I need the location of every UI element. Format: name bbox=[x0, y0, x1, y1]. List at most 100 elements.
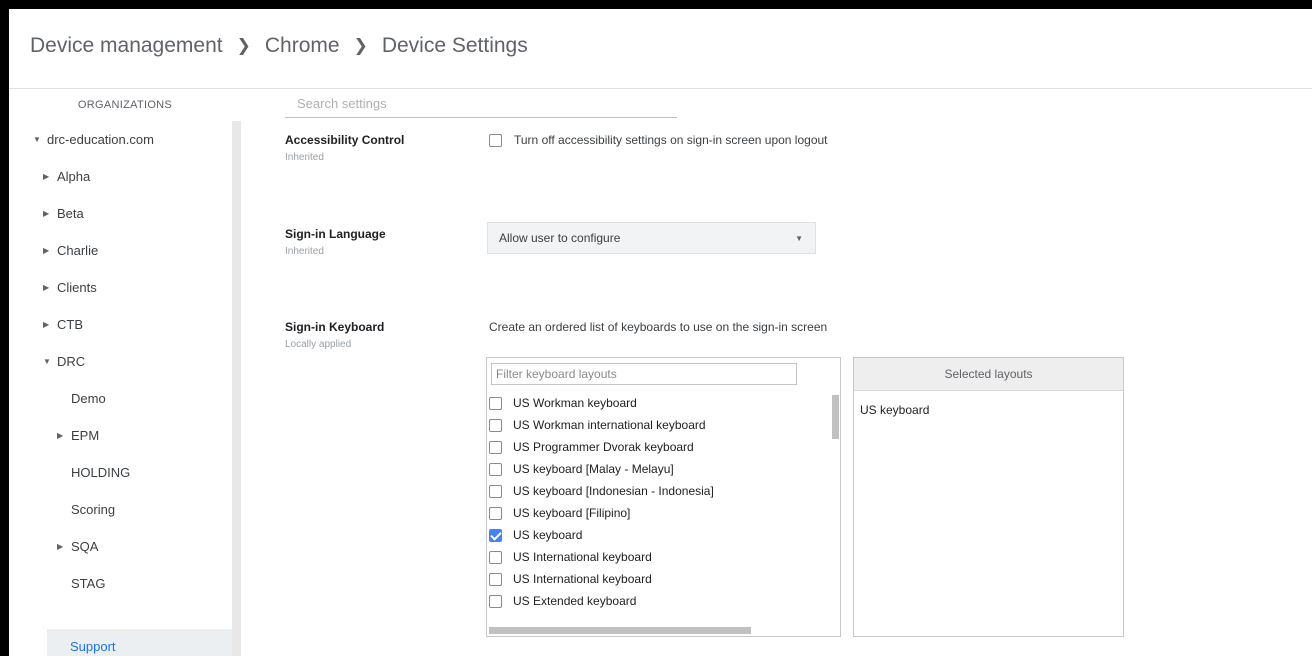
sidebar-item-label: Beta bbox=[57, 206, 84, 221]
layout-checkbox[interactable] bbox=[489, 484, 502, 498]
sidebar-item-label: CTB bbox=[57, 317, 83, 332]
filter-keyboard-input[interactable] bbox=[491, 363, 797, 385]
layout-label: US keyboard [Filipino] bbox=[513, 506, 631, 520]
expand-arrow-icon[interactable]: ▶ bbox=[43, 172, 51, 181]
sidebar-item-label: Support bbox=[70, 639, 116, 654]
org-sidebar: ▼ drc-education.com ▶ Alpha ▶ Beta ▶ Charlie… bbox=[9, 121, 232, 656]
sidebar-item-epm[interactable]: ▶ EPM bbox=[9, 417, 232, 454]
layout-label: US keyboard [Indonesian - Indonesia] bbox=[513, 484, 714, 498]
expand-arrow-icon[interactable]: ▼ bbox=[43, 357, 51, 366]
sidebar-item-stag[interactable]: STAG bbox=[9, 565, 232, 602]
search-settings-input[interactable] bbox=[285, 90, 677, 118]
sidebar-item-label: DRC bbox=[57, 354, 86, 369]
layout-checkbox[interactable] bbox=[489, 506, 502, 520]
breadcrumb-device-settings: Device Settings bbox=[381, 34, 528, 57]
breadcrumb-chrome[interactable]: Chrome bbox=[265, 34, 340, 58]
sign-in-keyboard-description: Create an ordered list of keyboards to u… bbox=[489, 320, 828, 334]
keyboard-layout-item[interactable]: US keyboard bbox=[487, 524, 827, 546]
sign-in-language-select[interactable]: Allow user to configure ▼ bbox=[487, 222, 816, 254]
keyboard-layouts-panel: US Workman keyboard US Workman internati… bbox=[486, 357, 841, 637]
sidebar-item-alpha[interactable]: ▶ Alpha bbox=[9, 158, 232, 195]
keyboard-layout-item[interactable]: US Programmer Dvorak keyboard bbox=[487, 436, 827, 458]
sidebar-item-label: drc-education.com bbox=[47, 132, 154, 147]
expand-arrow-icon[interactable]: ▶ bbox=[43, 283, 51, 292]
layout-checkbox[interactable] bbox=[489, 440, 502, 454]
sidebar-item-label: Clients bbox=[57, 280, 97, 295]
selected-layout-item[interactable]: US keyboard bbox=[860, 403, 929, 417]
keyboard-layout-item[interactable]: US keyboard [Malay - Melayu] bbox=[487, 458, 827, 480]
expand-arrow-icon[interactable]: ▶ bbox=[43, 320, 51, 329]
page-header: Device management ❯ Chrome ❯ Device Sett… bbox=[9, 9, 1312, 89]
sidebar-item-label: STAG bbox=[71, 576, 106, 591]
sidebar-item-label: Scoring bbox=[71, 502, 116, 517]
sidebar-item-demo[interactable]: Demo bbox=[9, 380, 232, 417]
sidebar-item-ctb[interactable]: ▶ CTB bbox=[9, 306, 232, 343]
keyboard-layout-list: US Workman keyboard US Workman internati… bbox=[487, 392, 827, 620]
breadcrumb-device-management[interactable]: Device management bbox=[30, 34, 223, 58]
sidebar-item-label: SQA bbox=[71, 539, 99, 554]
accessibility-control-title: Accessibility Control bbox=[285, 133, 405, 147]
sign-in-language-value: Allow user to configure bbox=[499, 231, 621, 245]
layout-list-vertical-scrollbar[interactable] bbox=[832, 395, 839, 439]
sign-in-language-status: Inherited bbox=[285, 246, 324, 257]
layout-label: US Workman international keyboard bbox=[513, 418, 706, 432]
layout-label: US International keyboard bbox=[513, 550, 652, 564]
chevron-right-icon: ❯ bbox=[353, 36, 368, 55]
accessibility-option[interactable]: Turn off accessibility settings on sign-… bbox=[489, 133, 828, 147]
sidebar-item-label: Demo bbox=[71, 391, 106, 406]
layout-checkbox[interactable] bbox=[489, 418, 502, 432]
accessibility-logout-label: Turn off accessibility settings on sign-… bbox=[514, 133, 828, 147]
sidebar-item-charlie[interactable]: ▶ Charlie bbox=[9, 232, 232, 269]
organizations-heading: ORGANIZATIONS bbox=[77, 99, 173, 111]
sidebar-item-drc-education[interactable]: ▼ drc-education.com bbox=[9, 121, 232, 158]
keyboard-layout-item[interactable]: US Workman international keyboard bbox=[487, 414, 827, 436]
sidebar-scrollbar[interactable] bbox=[232, 121, 241, 656]
layout-checkbox[interactable] bbox=[489, 594, 502, 608]
selected-layouts-heading: Selected layouts bbox=[854, 358, 1123, 391]
layout-label: US Extended keyboard bbox=[513, 594, 637, 608]
keyboard-layout-item[interactable]: US International keyboard bbox=[487, 568, 827, 590]
accessibility-logout-checkbox[interactable] bbox=[489, 133, 502, 147]
layout-label: US keyboard bbox=[513, 528, 583, 542]
sidebar-item-support[interactable]: Support bbox=[47, 629, 232, 656]
keyboard-layout-item[interactable]: US International keyboard bbox=[487, 546, 827, 568]
sidebar-item-holding[interactable]: HOLDING bbox=[9, 454, 232, 491]
layout-checkbox[interactable] bbox=[489, 462, 502, 476]
sign-in-keyboard-title: Sign-in Keyboard bbox=[285, 320, 385, 334]
sidebar-item-label: EPM bbox=[71, 428, 100, 443]
layout-label: US Workman keyboard bbox=[513, 396, 637, 410]
breadcrumb: Device management ❯ Chrome ❯ Device Sett… bbox=[30, 34, 528, 58]
expand-arrow-icon[interactable]: ▶ bbox=[43, 209, 51, 218]
keyboard-layout-item[interactable]: US Workman keyboard bbox=[487, 392, 827, 414]
device-settings-window: Device management ❯ Chrome ❯ Device Sett… bbox=[9, 9, 1312, 656]
expand-arrow-icon[interactable]: ▶ bbox=[57, 431, 65, 440]
sidebar-item-label: Charlie bbox=[57, 243, 99, 258]
chevron-right-icon: ❯ bbox=[236, 36, 251, 55]
keyboard-layout-item[interactable]: US keyboard [Indonesian - Indonesia] bbox=[487, 480, 827, 502]
sign-in-language-title: Sign-in Language bbox=[285, 227, 386, 241]
sign-in-keyboard-status: Locally applied bbox=[285, 339, 352, 350]
sidebar-item-drc[interactable]: ▼ DRC bbox=[9, 343, 232, 380]
layout-label: US International keyboard bbox=[513, 572, 652, 586]
keyboard-layout-item[interactable]: US Extended keyboard bbox=[487, 590, 827, 612]
sidebar-item-scoring[interactable]: Scoring bbox=[9, 491, 232, 528]
sidebar-item-label: HOLDING bbox=[71, 465, 131, 480]
sidebar-item-beta[interactable]: ▶ Beta bbox=[9, 195, 232, 232]
sidebar-item-sqa[interactable]: ▶ SQA bbox=[9, 528, 232, 565]
sidebar-item-clients[interactable]: ▶ Clients bbox=[9, 269, 232, 306]
expand-arrow-icon[interactable]: ▼ bbox=[33, 135, 41, 144]
expand-arrow-icon[interactable]: ▶ bbox=[57, 542, 65, 551]
layout-list-horizontal-scrollbar[interactable] bbox=[489, 627, 751, 634]
layout-checkbox[interactable] bbox=[489, 396, 502, 410]
sidebar-item-label: Alpha bbox=[57, 169, 91, 184]
dropdown-caret-icon: ▼ bbox=[795, 234, 803, 243]
layout-label: US keyboard [Malay - Melayu] bbox=[513, 462, 674, 476]
selected-layouts-panel: Selected layouts US keyboard bbox=[853, 357, 1124, 637]
layout-checkbox[interactable] bbox=[489, 550, 502, 564]
accessibility-control-status: Inherited bbox=[285, 152, 324, 163]
layout-checkbox[interactable] bbox=[489, 572, 502, 586]
layout-label: US Programmer Dvorak keyboard bbox=[513, 440, 694, 454]
expand-arrow-icon[interactable]: ▶ bbox=[43, 246, 51, 255]
keyboard-layout-item[interactable]: US keyboard [Filipino] bbox=[487, 502, 827, 524]
layout-checkbox[interactable] bbox=[489, 528, 502, 542]
